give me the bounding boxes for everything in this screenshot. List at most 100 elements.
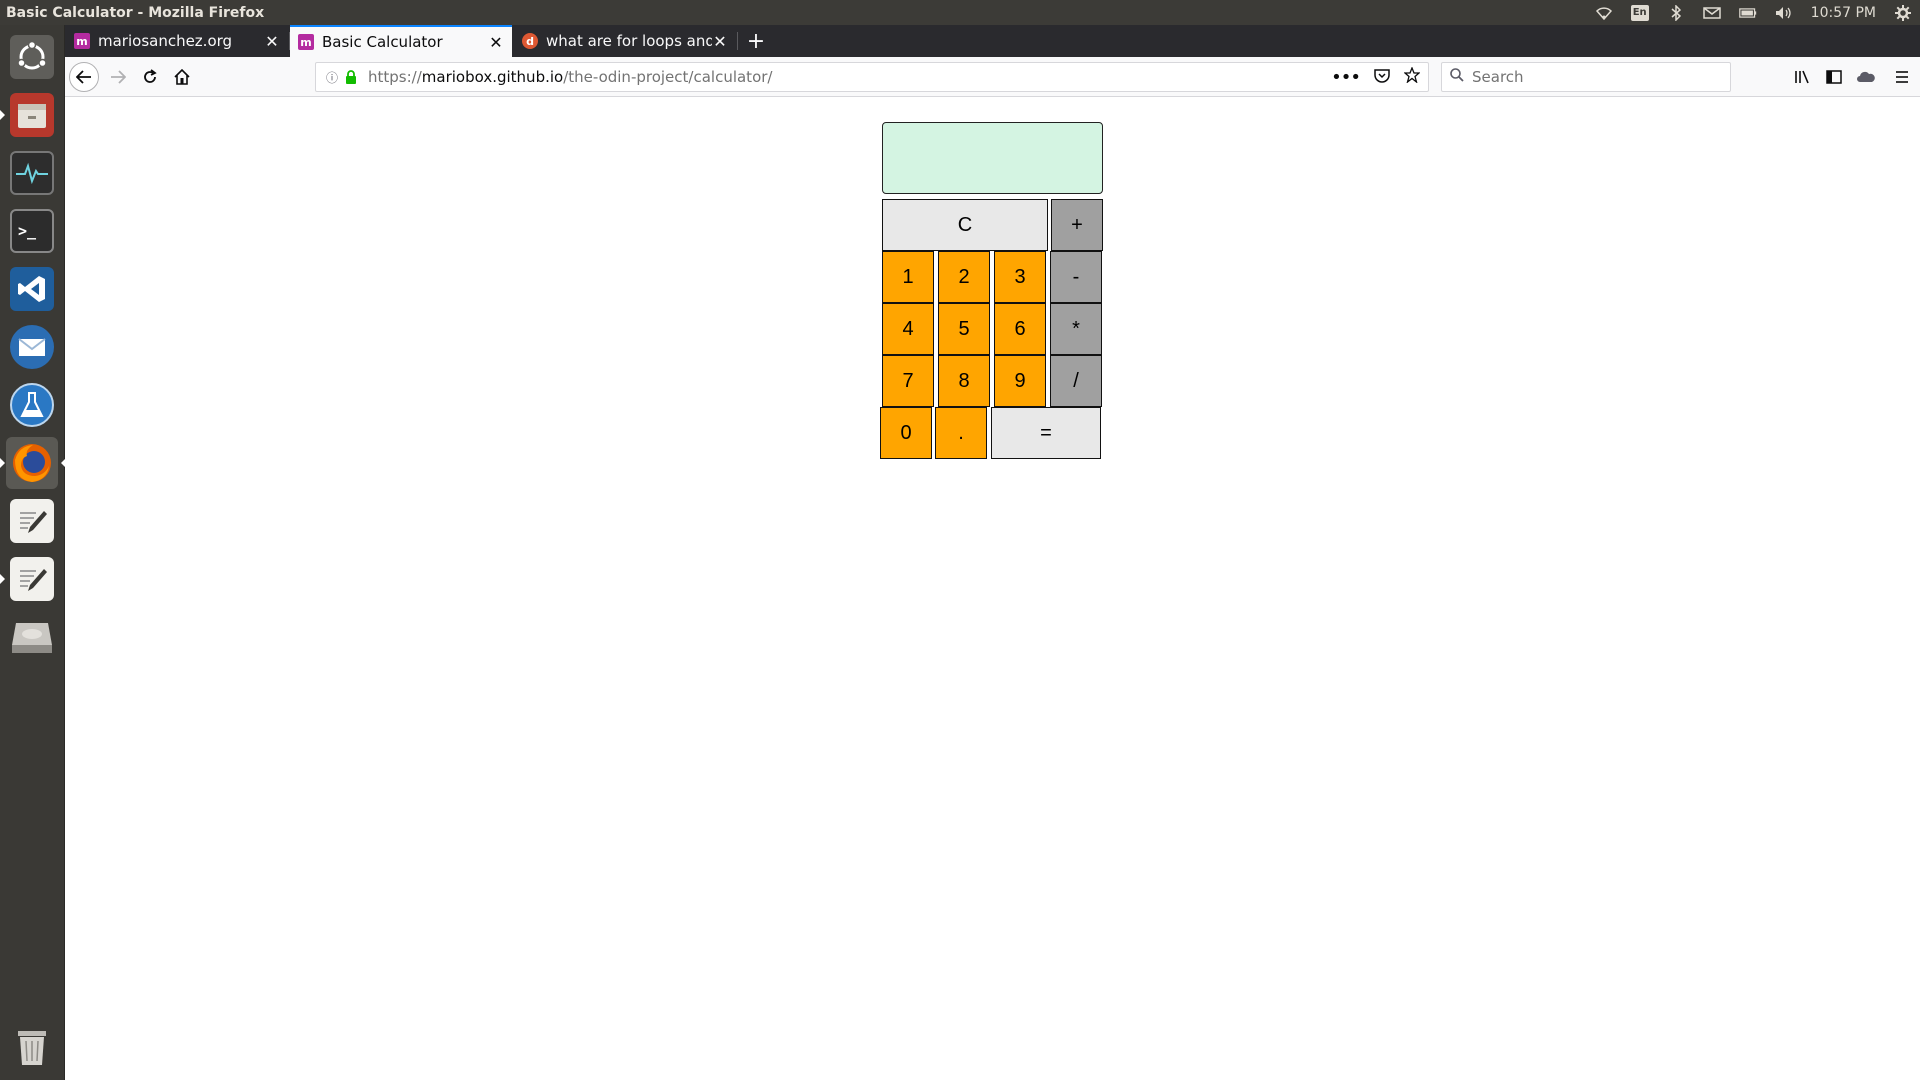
clear-button[interactable]: C xyxy=(882,199,1048,251)
back-arrow-icon xyxy=(76,70,91,84)
digit-4-button[interactable]: 4 xyxy=(882,303,934,355)
tab-label: Basic Calculator xyxy=(322,33,443,51)
clock[interactable]: 10:57 PM xyxy=(1811,5,1876,21)
digit-9-button[interactable]: 9 xyxy=(994,355,1046,407)
running-indicator xyxy=(0,110,5,120)
home-icon xyxy=(174,69,190,85)
sidebar-icon xyxy=(1826,70,1842,84)
launcher-text-editor-2[interactable] xyxy=(0,553,58,605)
back-button[interactable] xyxy=(69,62,99,92)
library-button[interactable] xyxy=(1787,62,1817,92)
calculator-display xyxy=(882,122,1103,194)
info-icon[interactable]: ⓘ xyxy=(322,69,342,86)
trash-icon xyxy=(10,1025,54,1069)
divide-button[interactable]: / xyxy=(1050,355,1102,407)
tab-favicon-icon: m xyxy=(298,34,314,50)
firefox-icon xyxy=(10,441,54,485)
home-button[interactable] xyxy=(167,62,197,92)
bookmark-star-icon[interactable] xyxy=(1403,66,1421,87)
digit-1-button[interactable]: 1 xyxy=(882,251,934,303)
launcher-lab-app[interactable] xyxy=(6,379,58,431)
page-actions-icon[interactable]: ••• xyxy=(1331,67,1361,88)
tab-separator xyxy=(737,32,738,50)
digit-7-button[interactable]: 7 xyxy=(882,355,934,407)
search-input[interactable] xyxy=(1472,68,1712,86)
thunderbird-icon xyxy=(10,325,54,369)
multiply-button[interactable]: * xyxy=(1050,303,1102,355)
session-gear-icon[interactable] xyxy=(1894,4,1912,21)
extension-cloud-icon xyxy=(1857,71,1875,82)
decimal-point-button[interactable]: . xyxy=(935,407,987,459)
digit-2-button[interactable]: 2 xyxy=(938,251,990,303)
url-path: /the-odin-project/calculator/ xyxy=(563,68,773,86)
volume-icon[interactable] xyxy=(1775,5,1793,21)
mail-icon[interactable] xyxy=(1702,5,1721,21)
hamburger-menu-icon xyxy=(1896,71,1908,83)
ubuntu-logo-icon xyxy=(10,35,54,79)
search-bar[interactable] xyxy=(1441,62,1731,92)
unity-launcher: >_ xyxy=(0,25,66,1080)
url-bar[interactable]: ⓘ https://mariobox.github.io/the-odin-pr… xyxy=(315,62,1429,92)
top-panel: Basic Calculator - Mozilla Firefox En 10… xyxy=(0,0,1920,25)
vscode-icon xyxy=(10,267,54,311)
forward-arrow-icon xyxy=(111,70,126,84)
digit-8-button[interactable]: 8 xyxy=(938,355,990,407)
close-tab-icon[interactable]: ✕ xyxy=(264,32,280,51)
reload-icon xyxy=(144,69,157,83)
close-tab-icon[interactable]: ✕ xyxy=(488,33,504,52)
minus-button[interactable]: - xyxy=(1050,251,1102,303)
pocket-icon[interactable] xyxy=(1374,68,1390,87)
text-editor-icon xyxy=(10,499,54,543)
launcher-text-editor[interactable] xyxy=(6,495,58,547)
url-actions: ••• xyxy=(1331,63,1421,91)
reload-button[interactable] xyxy=(135,62,165,92)
tab-strip: m mariosanchez.org ✕ m Basic Calculator … xyxy=(65,25,1920,57)
forward-button[interactable] xyxy=(103,62,133,92)
system-monitor-icon xyxy=(10,151,54,195)
terminal-icon: >_ xyxy=(10,209,54,253)
tab-basic-calculator[interactable]: m Basic Calculator ✕ xyxy=(290,25,512,57)
disk-drive-icon xyxy=(10,615,54,659)
launcher-files[interactable] xyxy=(0,89,58,141)
keyboard-layout-indicator[interactable]: En xyxy=(1630,4,1649,21)
url-host: mariobox.github.io xyxy=(421,68,564,86)
tab-label: mariosanchez.org xyxy=(98,32,233,50)
extension-button[interactable] xyxy=(1851,62,1881,92)
launcher-trash[interactable] xyxy=(6,1021,58,1073)
launcher-system-monitor[interactable] xyxy=(6,147,58,199)
launcher-terminal[interactable]: >_ xyxy=(6,205,58,257)
digit-3-button[interactable]: 3 xyxy=(994,251,1046,303)
digit-0-button[interactable]: 0 xyxy=(880,407,932,459)
navigation-toolbar: ⓘ https://mariobox.github.io/the-odin-pr… xyxy=(65,57,1920,97)
equals-button[interactable]: = xyxy=(991,407,1101,459)
url-scheme: https:// xyxy=(368,68,422,86)
running-indicator xyxy=(0,574,5,584)
text-editor-icon xyxy=(10,557,54,601)
launcher-vscode[interactable] xyxy=(6,263,58,315)
tab-label: what are for loops and i xyxy=(546,32,712,50)
menu-button[interactable] xyxy=(1887,62,1917,92)
digit-5-button[interactable]: 5 xyxy=(938,303,990,355)
library-icon xyxy=(1795,70,1809,84)
launcher-firefox[interactable] xyxy=(0,437,66,489)
wifi-icon[interactable] xyxy=(1595,5,1613,21)
panel-indicators: En 10:57 PM xyxy=(1595,0,1912,25)
search-icon xyxy=(1450,68,1464,86)
lock-icon[interactable] xyxy=(342,70,360,84)
launcher-disk-drive[interactable] xyxy=(6,611,58,663)
launcher-thunderbird[interactable] xyxy=(6,321,58,373)
window-title: Basic Calculator - Mozilla Firefox xyxy=(6,4,265,21)
digit-6-button[interactable]: 6 xyxy=(994,303,1046,355)
plus-button[interactable]: + xyxy=(1051,199,1103,251)
bluetooth-icon[interactable] xyxy=(1667,4,1685,21)
tab-mariosanchez[interactable]: m mariosanchez.org ✕ xyxy=(66,25,288,57)
files-icon xyxy=(10,93,54,137)
launcher-dash[interactable] xyxy=(6,31,58,83)
battery-icon[interactable] xyxy=(1738,5,1757,21)
duckduckgo-favicon-icon: d xyxy=(522,33,538,49)
tab-for-loops[interactable]: d what are for loops and i ✕ xyxy=(514,25,736,57)
running-indicator xyxy=(0,458,5,468)
new-tab-button[interactable]: + xyxy=(741,25,771,57)
sidebar-button[interactable] xyxy=(1819,62,1849,92)
close-tab-icon[interactable]: ✕ xyxy=(712,32,728,51)
